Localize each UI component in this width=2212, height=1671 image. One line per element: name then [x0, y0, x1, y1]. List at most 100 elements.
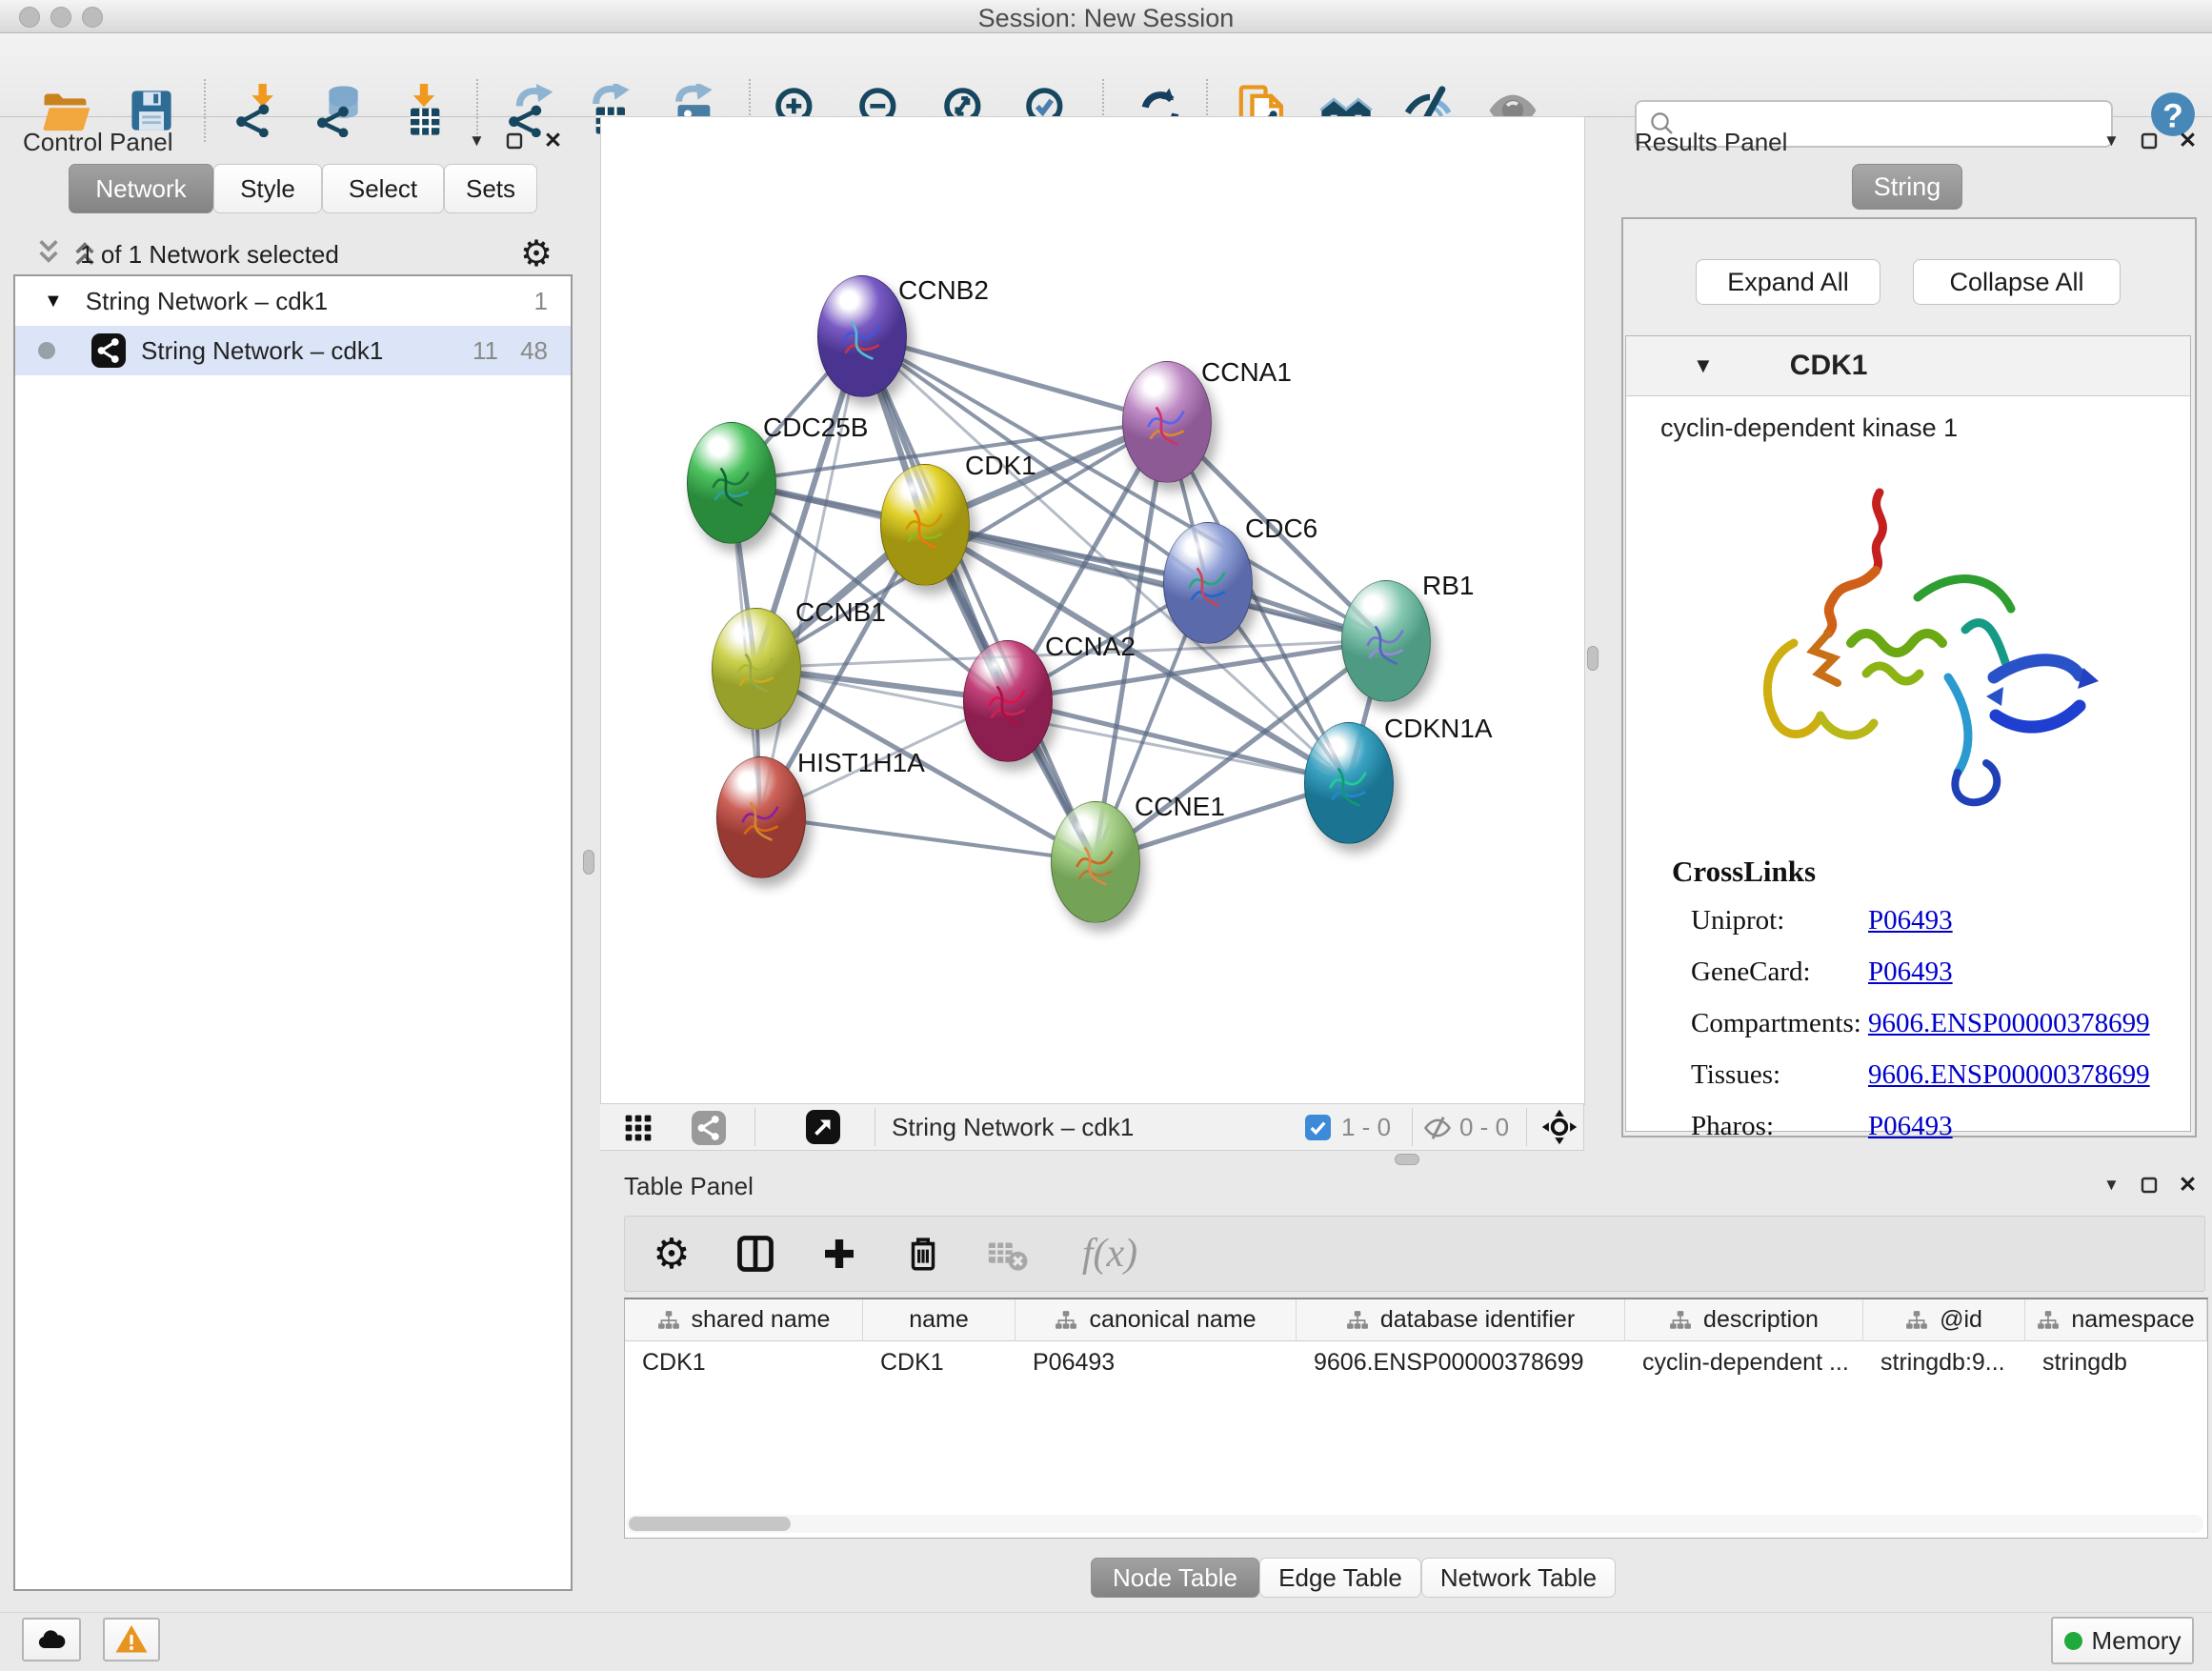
table-cell[interactable]: 9606.ENSP00000378699 [1297, 1341, 1625, 1383]
table-cell[interactable]: CDK1 [625, 1341, 863, 1383]
column-header-name[interactable]: name [863, 1299, 1016, 1341]
float-panel-icon[interactable] [506, 132, 523, 150]
network-view-share-button[interactable] [692, 1111, 726, 1150]
network-node-CCNE1[interactable] [1051, 801, 1140, 923]
close-panel-icon[interactable]: ✕ [2179, 128, 2197, 153]
tab-label: Select [349, 174, 417, 204]
network-edge[interactable] [760, 335, 861, 816]
tab-network-table[interactable]: Network Table [1421, 1558, 1616, 1598]
collection-expand-icon[interactable]: ▼ [44, 291, 63, 312]
node-label-CDC25B: CDC25B [763, 413, 868, 443]
node-table[interactable]: shared namename canonical name database id… [624, 1298, 2208, 1539]
import-table-from-file-button[interactable] [396, 83, 452, 138]
section-collapse-icon[interactable]: ▼ [1693, 353, 1714, 378]
vertical-splitter-handle[interactable] [583, 850, 594, 875]
import-network-from-database-button[interactable] [312, 83, 368, 138]
function-builder-button[interactable]: f(x) [1067, 1230, 1153, 1278]
network-node-CCNB1[interactable] [712, 608, 801, 730]
attribute-tree-icon [2037, 1310, 2060, 1331]
crosslink-link[interactable]: P06493 [1868, 1111, 1953, 1142]
horizontal-splitter-handle[interactable] [1395, 1154, 1419, 1165]
crosslinks-list: Uniprot:P06493GeneCard:P06493Compartment… [1691, 895, 2190, 1152]
delete-table-icon [985, 1232, 1029, 1276]
network-node-CCNB2[interactable] [817, 275, 907, 397]
tab-network[interactable]: Network [69, 164, 213, 213]
cloud-status-button[interactable] [22, 1618, 81, 1661]
selected-checkbox[interactable] [1305, 1115, 1331, 1145]
panel-menu-icon[interactable]: ▼ [2103, 131, 2120, 151]
expand-all-button[interactable]: Expand All [1696, 259, 1880, 305]
network-row-selected[interactable]: String Network – cdk1 11 48 [15, 326, 571, 375]
tab-sets[interactable]: Sets [444, 164, 537, 213]
network-node-RB1[interactable] [1341, 580, 1431, 702]
delete-column-button[interactable] [899, 1230, 947, 1278]
table-cell[interactable]: P06493 [1016, 1341, 1297, 1383]
tab-string[interactable]: String [1852, 164, 1962, 210]
tab-edge-table[interactable]: Edge Table [1259, 1558, 1421, 1598]
results-panel-controls: ▼ ✕ [2103, 128, 2197, 153]
network-selection-status: 1 of 1 Network selected [0, 240, 419, 270]
open-view-in-window-button[interactable] [806, 1110, 840, 1149]
network-collection-row[interactable]: ▼ String Network – cdk1 1 [15, 276, 571, 326]
column-header-shared-name[interactable]: shared name [625, 1299, 863, 1341]
vertical-splitter-handle[interactable] [1587, 646, 1599, 671]
float-panel-icon[interactable] [2141, 132, 2158, 150]
network-node-CDK1[interactable] [880, 464, 970, 586]
table-header-row: shared namename canonical name database id… [625, 1299, 2207, 1341]
grid-view-button[interactable] [623, 1113, 654, 1148]
close-panel-icon[interactable]: ✕ [2179, 1172, 2197, 1198]
network-canvas[interactable]: CCNB2CCNA1CDC25BCDK1CDC6RB1CCNB1CCNA2CDK… [600, 116, 1585, 1105]
network-node-CDKN1A[interactable] [1304, 722, 1394, 844]
crosslink-link[interactable]: P06493 [1868, 905, 1953, 936]
protein-ribbon-thumbnail [703, 452, 758, 516]
tab-node-table[interactable]: Node Table [1091, 1558, 1259, 1598]
float-panel-icon[interactable] [2141, 1177, 2158, 1194]
crosslink-link[interactable]: 9606.ENSP00000378699 [1868, 1059, 2150, 1091]
gene-section-header[interactable]: ▼ CDK1 [1626, 336, 2190, 396]
table-settings-gear-icon[interactable]: ⚙ [648, 1230, 695, 1278]
crosslink-link[interactable]: 9606.ENSP00000378699 [1868, 1008, 2150, 1039]
network-options-gear-icon[interactable]: ⚙ [520, 232, 553, 275]
network-node-CDC6[interactable] [1163, 522, 1253, 644]
tab-style[interactable]: Style [213, 164, 322, 213]
network-edge[interactable] [861, 335, 1095, 861]
collapse-all-button[interactable]: Collapse All [1913, 259, 2121, 305]
table-cell[interactable]: stringdb:9... [1863, 1341, 2025, 1383]
table-cell[interactable]: cyclin-dependent ... [1625, 1341, 1863, 1383]
birds-eye-view-button[interactable] [1541, 1109, 1578, 1150]
panel-menu-icon[interactable]: ▼ [469, 131, 485, 151]
node-label-CCNA2: CCNA2 [1045, 632, 1136, 662]
create-column-button[interactable] [815, 1230, 863, 1278]
network-node-HIST1H1A[interactable] [716, 756, 806, 878]
column-header-label: @id [1940, 1306, 1982, 1334]
column-header-database-identifier[interactable]: database identifier [1297, 1299, 1625, 1341]
crosslink-link[interactable]: P06493 [1868, 956, 1953, 988]
table-cell[interactable]: stringdb [2025, 1341, 2207, 1383]
table-row[interactable]: CDK1CDK1P064939606.ENSP00000378699cyclin… [625, 1341, 2207, 1383]
warnings-button[interactable] [103, 1618, 160, 1661]
column-header-namespace[interactable]: namespace [2025, 1299, 2207, 1341]
table-cell[interactable]: CDK1 [863, 1341, 1016, 1383]
crosslink-row: Compartments:9606.ENSP00000378699 [1691, 997, 2190, 1049]
column-header-canonical-name[interactable]: canonical name [1016, 1299, 1297, 1341]
table-horizontal-scrollbar[interactable] [626, 1515, 2203, 1533]
tab-select[interactable]: Select [322, 164, 444, 213]
node-label-CCNB2: CCNB2 [898, 275, 989, 306]
delete-table-button[interactable] [983, 1230, 1031, 1278]
column-header-label: canonical name [1089, 1306, 1256, 1334]
column-header-description[interactable]: description [1625, 1299, 1863, 1341]
network-node-CCNA2[interactable] [963, 640, 1053, 762]
status-bar-divider [0, 1612, 2212, 1613]
close-panel-icon[interactable]: ✕ [544, 128, 562, 153]
column-header--id[interactable]: @id [1863, 1299, 2025, 1341]
memory-button[interactable]: Memory [2051, 1617, 2194, 1664]
crosslink-label: Compartments: [1691, 1008, 1868, 1039]
network-edge[interactable] [760, 816, 1095, 861]
crosslinks-title: CrossLinks [1672, 855, 2190, 889]
import-network-from-file-button[interactable] [231, 83, 286, 138]
scrollbar-thumb[interactable] [629, 1517, 791, 1531]
panel-menu-icon[interactable]: ▼ [2103, 1176, 2120, 1195]
show-columns-button[interactable] [732, 1230, 779, 1278]
network-node-CCNA1[interactable] [1122, 361, 1212, 483]
protein-ribbon-thumbnail [728, 637, 783, 702]
